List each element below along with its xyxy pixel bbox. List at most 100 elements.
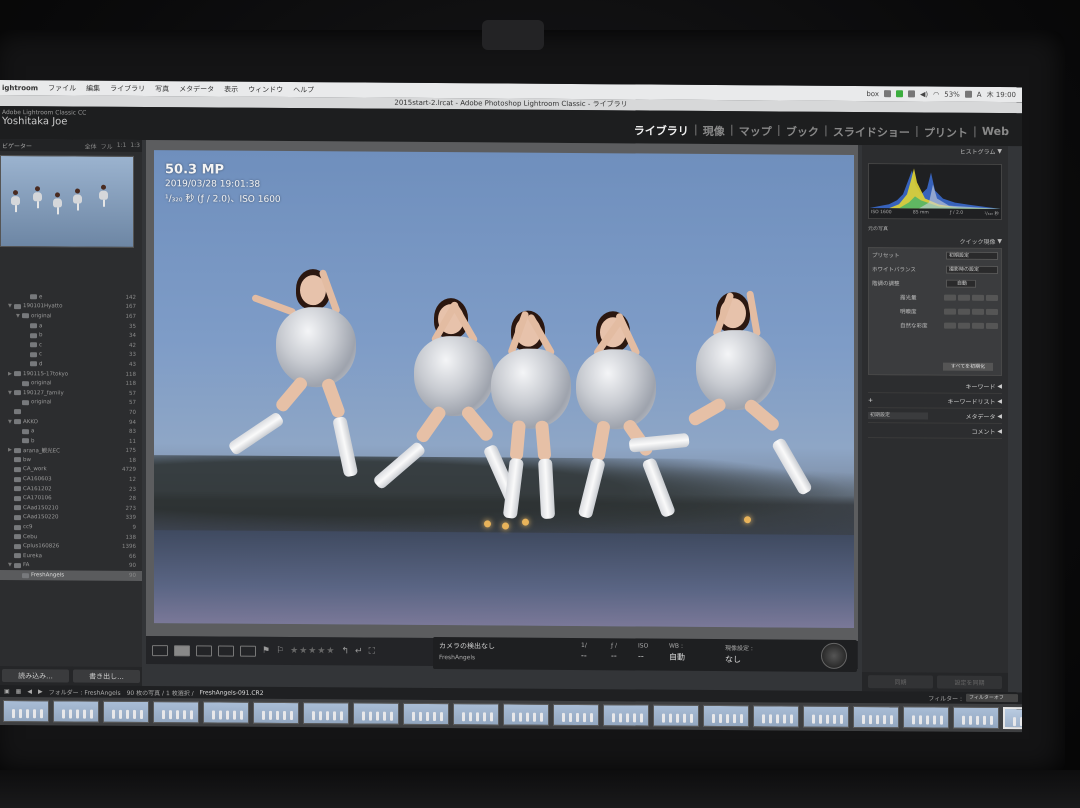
metadata-header[interactable]: 初期設定 メタデータ ◀ <box>868 408 1002 424</box>
time-machine-icon[interactable] <box>908 90 915 98</box>
menu-view[interactable]: 表示 <box>219 84 243 94</box>
filmstrip-thumbnail[interactable] <box>1003 707 1022 730</box>
filmstrip-thumbnail[interactable] <box>53 700 99 723</box>
reset-all-button[interactable]: すべてを初期化 <box>943 362 993 371</box>
menu-library[interactable]: ライブラリ <box>105 83 150 93</box>
module-slideshow[interactable]: スライドショー <box>828 124 915 141</box>
rotate-left-icon[interactable]: ↰ <box>342 646 350 656</box>
export-button[interactable]: 書き出し... <box>73 669 140 683</box>
original-photo-label[interactable]: 元の写真 <box>868 225 888 232</box>
forward-arrow-icon[interactable]: ▶ <box>38 688 43 695</box>
wb-dropdown[interactable]: 撮影時の設定 <box>946 265 998 274</box>
tether-capture-button[interactable] <box>821 642 847 669</box>
menu-file[interactable]: ファイル <box>43 83 81 93</box>
navigator-preview[interactable] <box>0 155 134 248</box>
zoom-fill[interactable]: フル <box>101 141 113 150</box>
auto-tone-button[interactable]: 自動 <box>946 279 976 288</box>
battery-percent[interactable]: 53% <box>944 90 960 98</box>
module-web[interactable]: Web <box>977 125 1014 141</box>
thumbnail-figure <box>376 711 379 721</box>
module-book[interactable]: ブック <box>781 123 824 139</box>
camera-detect[interactable]: カメラの検出なし FreshAngels <box>439 641 495 661</box>
filmstrip-thumbnail[interactable] <box>3 700 49 723</box>
input-mode[interactable]: A <box>977 90 982 98</box>
grid-icon[interactable]: ▦ <box>16 688 22 695</box>
people-view-icon[interactable] <box>240 645 256 657</box>
thumbnail-figure <box>462 712 465 722</box>
folder-icon <box>22 313 29 319</box>
zoom-1-3[interactable]: 1:3 <box>130 141 140 150</box>
menu-help[interactable]: ヘルプ <box>288 85 319 95</box>
main-photo[interactable]: 50.3 MP 2019/03/28 19:01:38 ¹/₃₂₀ 秒 (ƒ /… <box>154 150 854 628</box>
green-flag-icon[interactable] <box>896 90 903 98</box>
preset-dropdown[interactable]: 初期設定 <box>946 251 998 260</box>
folder-row[interactable]: FreshAngels 90 <box>0 570 142 581</box>
filmstrip-thumbnail[interactable] <box>553 703 599 727</box>
vibrance-buttons[interactable] <box>944 322 998 329</box>
filmstrip-thumbnail[interactable] <box>403 702 449 726</box>
filmstrip-thumbnail[interactable] <box>453 703 499 726</box>
box-status[interactable]: box <box>866 90 879 98</box>
menu-window[interactable]: ウィンドウ <box>243 84 288 94</box>
grid-view-icon[interactable] <box>152 644 168 656</box>
add-keyword-icon[interactable]: + <box>868 397 873 404</box>
rotate-right-icon[interactable]: ↵ <box>355 646 363 656</box>
status-icon[interactable] <box>884 90 891 98</box>
histogram-header[interactable]: ヒストグラム ▼ <box>862 145 1008 157</box>
import-button[interactable]: 読み込み... <box>2 669 69 683</box>
filmstrip-thumbnail[interactable] <box>953 706 999 729</box>
thumbnail-figure <box>183 710 186 720</box>
sync-button[interactable]: 同期 <box>868 675 933 689</box>
quick-develop-header[interactable]: クイック現像 ▼ <box>862 235 1008 247</box>
keywording-header[interactable]: キーワード ◀ <box>868 378 1002 394</box>
zoom-fit[interactable]: 全体 <box>85 141 97 150</box>
module-library[interactable]: ライブラリ <box>629 122 694 138</box>
filmstrip-thumbnail[interactable] <box>503 703 549 726</box>
comments-header[interactable]: コメント ◀ <box>868 423 1002 439</box>
survey-view-icon[interactable] <box>218 645 234 657</box>
metadata-preset-dropdown[interactable]: 初期設定 <box>868 411 928 419</box>
keyword-list-header[interactable]: + キーワードリスト ◀ <box>868 393 1002 409</box>
reject-flag-icon[interactable]: ⚐ <box>276 646 284 656</box>
menu-clock[interactable]: 木 19:00 <box>987 89 1016 99</box>
compare-view-icon[interactable] <box>196 644 212 656</box>
loupe-view-icon[interactable] <box>174 644 190 656</box>
filmstrip-thumbnail[interactable] <box>353 702 399 725</box>
filmstrip-thumbnail[interactable] <box>853 705 899 729</box>
zoom-1-1[interactable]: 1:1 <box>117 141 127 150</box>
folder-count: 167 <box>125 313 137 320</box>
second-window-icon[interactable]: ▣ <box>4 688 10 695</box>
filmstrip-thumbnail[interactable] <box>903 706 949 729</box>
filmstrip-thumbnail[interactable] <box>753 705 799 728</box>
wifi-icon[interactable]: ◠ <box>933 90 939 98</box>
navigator-header[interactable]: ビゲーター 全体 フル 1:1 1:3 <box>0 139 142 152</box>
sync-settings-button[interactable]: 設定を同期 <box>937 675 1002 689</box>
filmstrip-thumbnail[interactable] <box>203 701 249 724</box>
menu-metadata[interactable]: メタデータ <box>174 84 219 94</box>
volume-icon[interactable]: ◀) <box>920 90 928 98</box>
folder-icon <box>14 524 21 530</box>
crop-overlay-icon[interactable]: ⛶ <box>369 647 375 657</box>
filmstrip-thumbnail[interactable] <box>153 701 199 724</box>
filmstrip-thumbnail[interactable] <box>703 704 749 728</box>
exposure-buttons[interactable] <box>944 294 998 301</box>
module-map[interactable]: マップ <box>734 123 777 139</box>
filmstrip-path[interactable]: フォルダー : FreshAngels <box>49 687 121 697</box>
filmstrip-thumbnail[interactable] <box>253 701 299 725</box>
filmstrip-thumbnail[interactable] <box>103 700 149 724</box>
star-rating[interactable]: ★★★★★ <box>290 646 335 656</box>
menu-edit[interactable]: 編集 <box>81 83 105 93</box>
module-develop[interactable]: 現像 <box>698 123 730 139</box>
filmstrip-thumbnail[interactable] <box>803 705 849 728</box>
menu-app-name[interactable]: ightroom <box>0 84 43 92</box>
battery-icon[interactable] <box>964 90 972 98</box>
back-arrow-icon[interactable]: ◀ <box>27 688 32 695</box>
module-print[interactable]: プリント <box>919 124 973 140</box>
filmstrip-thumbnail[interactable] <box>653 704 699 727</box>
filter-dropdown[interactable]: フィルターオフ <box>966 693 1018 703</box>
clarity-buttons[interactable] <box>944 308 998 315</box>
flag-icon[interactable]: ⚑ <box>262 646 270 656</box>
menu-photo[interactable]: 写真 <box>150 84 174 94</box>
filmstrip-thumbnail[interactable] <box>303 702 349 725</box>
filmstrip-thumbnail[interactable] <box>603 704 649 727</box>
